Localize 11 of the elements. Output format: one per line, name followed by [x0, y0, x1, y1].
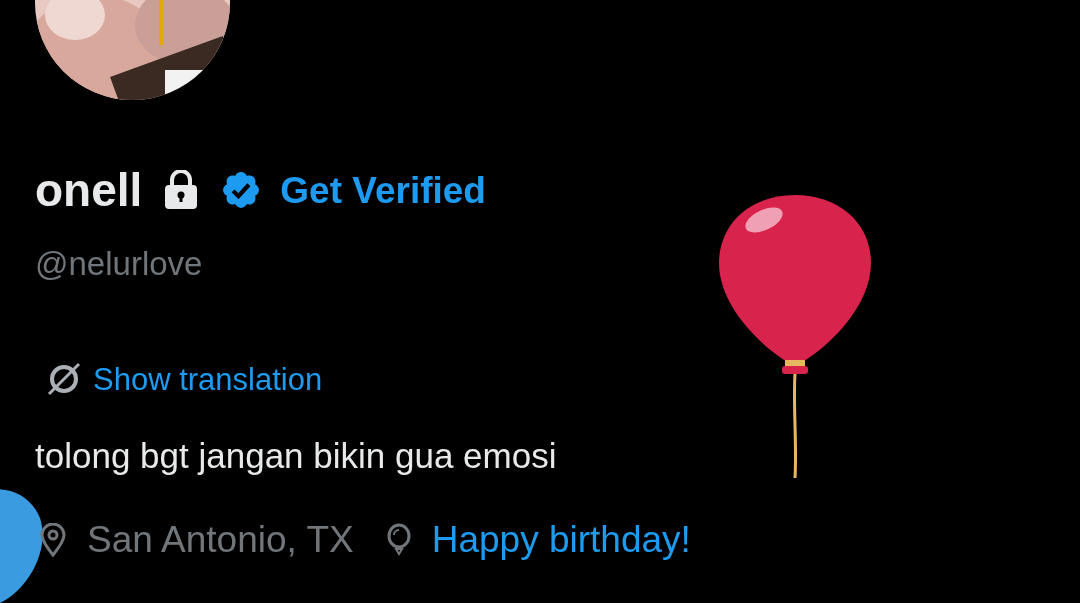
- location-text: San Antonio, TX: [87, 521, 354, 558]
- profile-handle: @nelurlove: [35, 247, 204, 280]
- show-translation-link[interactable]: Show translation: [47, 362, 691, 396]
- balloon-icon: [719, 195, 871, 480]
- translate-icon: [47, 362, 81, 396]
- location-pin-icon: [39, 522, 67, 557]
- bio-text: tolong bgt jangan bikin gua emosi: [35, 438, 558, 473]
- get-verified-link[interactable]: Get Verified: [280, 171, 486, 209]
- birthday-link[interactable]: Happy birthday!: [431, 521, 691, 558]
- profile-name: onell: [35, 167, 143, 213]
- balloon-outline-icon: [385, 522, 412, 557]
